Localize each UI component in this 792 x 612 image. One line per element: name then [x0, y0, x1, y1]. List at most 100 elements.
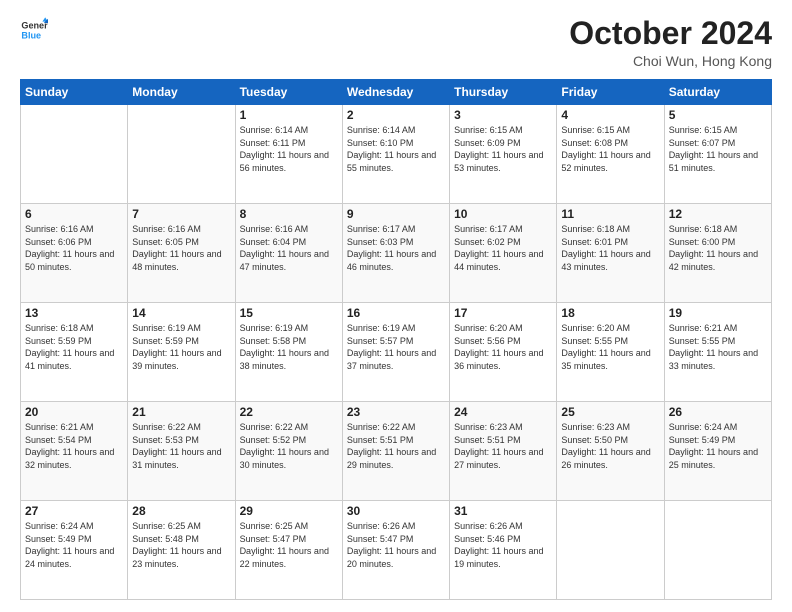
day-info: Sunrise: 6:15 AMSunset: 6:09 PMDaylight:…	[454, 124, 552, 174]
calendar-cell: 25Sunrise: 6:23 AMSunset: 5:50 PMDayligh…	[557, 402, 664, 501]
calendar-cell: 20 Sunrise: 6:21 AMSunset: 5:54 PMDayligh…	[21, 402, 128, 501]
day-number: 7	[132, 207, 230, 221]
calendar-cell: 7 Sunrise: 6:16 AMSunset: 6:05 PMDaylight…	[128, 204, 235, 303]
calendar-cell: 12 Sunrise: 6:18 AMSunset: 6:00 PMDayligh…	[664, 204, 771, 303]
day-number: 25	[561, 405, 659, 419]
day-info: Sunrise: 6:24 AMSunset: 5:49 PMDaylight:…	[25, 520, 123, 570]
day-number: 18	[561, 306, 659, 320]
day-info: Sunrise: 6:21 AMSunset: 5:54 PMDaylight:…	[25, 421, 123, 471]
day-info: Sunrise: 6:16 AMSunset: 6:05 PMDaylight:…	[132, 223, 230, 273]
day-number: 4	[561, 108, 659, 122]
col-thursday: Thursday	[450, 80, 557, 105]
calendar-cell: 1 Sunrise: 6:14 AMSunset: 6:11 PMDaylight…	[235, 105, 342, 204]
day-number: 1	[240, 108, 338, 122]
day-info: Sunrise: 6:24 AMSunset: 5:49 PMDaylight:…	[669, 421, 767, 471]
day-info: Sunrise: 6:25 AMSunset: 5:48 PMDaylight:…	[132, 520, 230, 570]
header-row: Sunday Monday Tuesday Wednesday Thursday…	[21, 80, 772, 105]
day-info: Sunrise: 6:20 AMSunset: 5:55 PMDaylight:…	[561, 322, 659, 372]
month-title: October 2024	[569, 16, 772, 51]
day-info: Sunrise: 6:16 AMSunset: 6:04 PMDaylight:…	[240, 223, 338, 273]
day-number: 12	[669, 207, 767, 221]
day-number: 17	[454, 306, 552, 320]
location: Choi Wun, Hong Kong	[569, 53, 772, 69]
day-number: 28	[132, 504, 230, 518]
week-row-5: 27 Sunrise: 6:24 AMSunset: 5:49 PMDayligh…	[21, 501, 772, 600]
day-info: Sunrise: 6:16 AMSunset: 6:06 PMDaylight:…	[25, 223, 123, 273]
day-number: 31	[454, 504, 552, 518]
page: General Blue October 2024 Choi Wun, Hong…	[0, 0, 792, 612]
day-number: 23	[347, 405, 445, 419]
day-info: Sunrise: 6:20 AMSunset: 5:56 PMDaylight:…	[454, 322, 552, 372]
day-info: Sunrise: 6:17 AMSunset: 6:03 PMDaylight:…	[347, 223, 445, 273]
calendar-cell: 2Sunrise: 6:14 AMSunset: 6:10 PMDaylight…	[342, 105, 449, 204]
week-row-1: 1 Sunrise: 6:14 AMSunset: 6:11 PMDaylight…	[21, 105, 772, 204]
week-row-2: 6Sunrise: 6:16 AMSunset: 6:06 PMDaylight…	[21, 204, 772, 303]
calendar-cell: 16Sunrise: 6:19 AMSunset: 5:57 PMDayligh…	[342, 303, 449, 402]
day-number: 20	[25, 405, 123, 419]
calendar-cell: 23 Sunrise: 6:22 AMSunset: 5:51 PMDayligh…	[342, 402, 449, 501]
day-info: Sunrise: 6:26 AMSunset: 5:47 PMDaylight:…	[347, 520, 445, 570]
calendar-cell: 3 Sunrise: 6:15 AMSunset: 6:09 PMDaylight…	[450, 105, 557, 204]
calendar-cell: 15Sunrise: 6:19 AMSunset: 5:58 PMDayligh…	[235, 303, 342, 402]
header: General Blue October 2024 Choi Wun, Hong…	[20, 16, 772, 69]
day-info: Sunrise: 6:18 AMSunset: 5:59 PMDaylight:…	[25, 322, 123, 372]
day-info: Sunrise: 6:14 AMSunset: 6:11 PMDaylight:…	[240, 124, 338, 174]
col-friday: Friday	[557, 80, 664, 105]
day-info: Sunrise: 6:15 AMSunset: 6:08 PMDaylight:…	[561, 124, 659, 174]
day-info: Sunrise: 6:18 AMSunset: 6:01 PMDaylight:…	[561, 223, 659, 273]
calendar-cell	[557, 501, 664, 600]
calendar-cell	[664, 501, 771, 600]
day-info: Sunrise: 6:22 AMSunset: 5:51 PMDaylight:…	[347, 421, 445, 471]
day-number: 10	[454, 207, 552, 221]
calendar-cell: 26 Sunrise: 6:24 AMSunset: 5:49 PMDayligh…	[664, 402, 771, 501]
day-number: 27	[25, 504, 123, 518]
calendar-cell: 28 Sunrise: 6:25 AMSunset: 5:48 PMDayligh…	[128, 501, 235, 600]
calendar-cell: 31 Sunrise: 6:26 AMSunset: 5:46 PMDayligh…	[450, 501, 557, 600]
col-saturday: Saturday	[664, 80, 771, 105]
day-number: 11	[561, 207, 659, 221]
day-number: 9	[347, 207, 445, 221]
calendar-cell	[128, 105, 235, 204]
calendar-cell: 8 Sunrise: 6:16 AMSunset: 6:04 PMDaylight…	[235, 204, 342, 303]
day-number: 26	[669, 405, 767, 419]
col-wednesday: Wednesday	[342, 80, 449, 105]
day-info: Sunrise: 6:23 AMSunset: 5:51 PMDaylight:…	[454, 421, 552, 471]
week-row-4: 20 Sunrise: 6:21 AMSunset: 5:54 PMDayligh…	[21, 402, 772, 501]
calendar-cell: 22 Sunrise: 6:22 AMSunset: 5:52 PMDayligh…	[235, 402, 342, 501]
day-number: 22	[240, 405, 338, 419]
day-number: 13	[25, 306, 123, 320]
col-monday: Monday	[128, 80, 235, 105]
title-block: October 2024 Choi Wun, Hong Kong	[569, 16, 772, 69]
calendar-cell: 17 Sunrise: 6:20 AMSunset: 5:56 PMDayligh…	[450, 303, 557, 402]
calendar-cell: 18 Sunrise: 6:20 AMSunset: 5:55 PMDayligh…	[557, 303, 664, 402]
calendar-cell: 14 Sunrise: 6:19 AMSunset: 5:59 PMDayligh…	[128, 303, 235, 402]
svg-text:General: General	[21, 21, 48, 31]
day-info: Sunrise: 6:22 AMSunset: 5:53 PMDaylight:…	[132, 421, 230, 471]
calendar-cell: 21Sunrise: 6:22 AMSunset: 5:53 PMDayligh…	[128, 402, 235, 501]
calendar-cell: 6Sunrise: 6:16 AMSunset: 6:06 PMDaylight…	[21, 204, 128, 303]
day-number: 29	[240, 504, 338, 518]
day-info: Sunrise: 6:15 AMSunset: 6:07 PMDaylight:…	[669, 124, 767, 174]
day-number: 14	[132, 306, 230, 320]
col-tuesday: Tuesday	[235, 80, 342, 105]
day-info: Sunrise: 6:22 AMSunset: 5:52 PMDaylight:…	[240, 421, 338, 471]
day-number: 8	[240, 207, 338, 221]
calendar-cell: 24Sunrise: 6:23 AMSunset: 5:51 PMDayligh…	[450, 402, 557, 501]
day-info: Sunrise: 6:18 AMSunset: 6:00 PMDaylight:…	[669, 223, 767, 273]
day-number: 3	[454, 108, 552, 122]
day-number: 19	[669, 306, 767, 320]
calendar-cell: 10Sunrise: 6:17 AMSunset: 6:02 PMDayligh…	[450, 204, 557, 303]
day-number: 2	[347, 108, 445, 122]
day-number: 16	[347, 306, 445, 320]
col-sunday: Sunday	[21, 80, 128, 105]
week-row-3: 13 Sunrise: 6:18 AMSunset: 5:59 PMDayligh…	[21, 303, 772, 402]
calendar-table: Sunday Monday Tuesday Wednesday Thursday…	[20, 79, 772, 600]
day-info: Sunrise: 6:19 AMSunset: 5:59 PMDaylight:…	[132, 322, 230, 372]
calendar-cell: 4 Sunrise: 6:15 AMSunset: 6:08 PMDaylight…	[557, 105, 664, 204]
calendar-cell: 19Sunrise: 6:21 AMSunset: 5:55 PMDayligh…	[664, 303, 771, 402]
calendar-cell: 27 Sunrise: 6:24 AMSunset: 5:49 PMDayligh…	[21, 501, 128, 600]
calendar-cell: 30 Sunrise: 6:26 AMSunset: 5:47 PMDayligh…	[342, 501, 449, 600]
day-number: 30	[347, 504, 445, 518]
day-info: Sunrise: 6:26 AMSunset: 5:46 PMDaylight:…	[454, 520, 552, 570]
day-number: 15	[240, 306, 338, 320]
